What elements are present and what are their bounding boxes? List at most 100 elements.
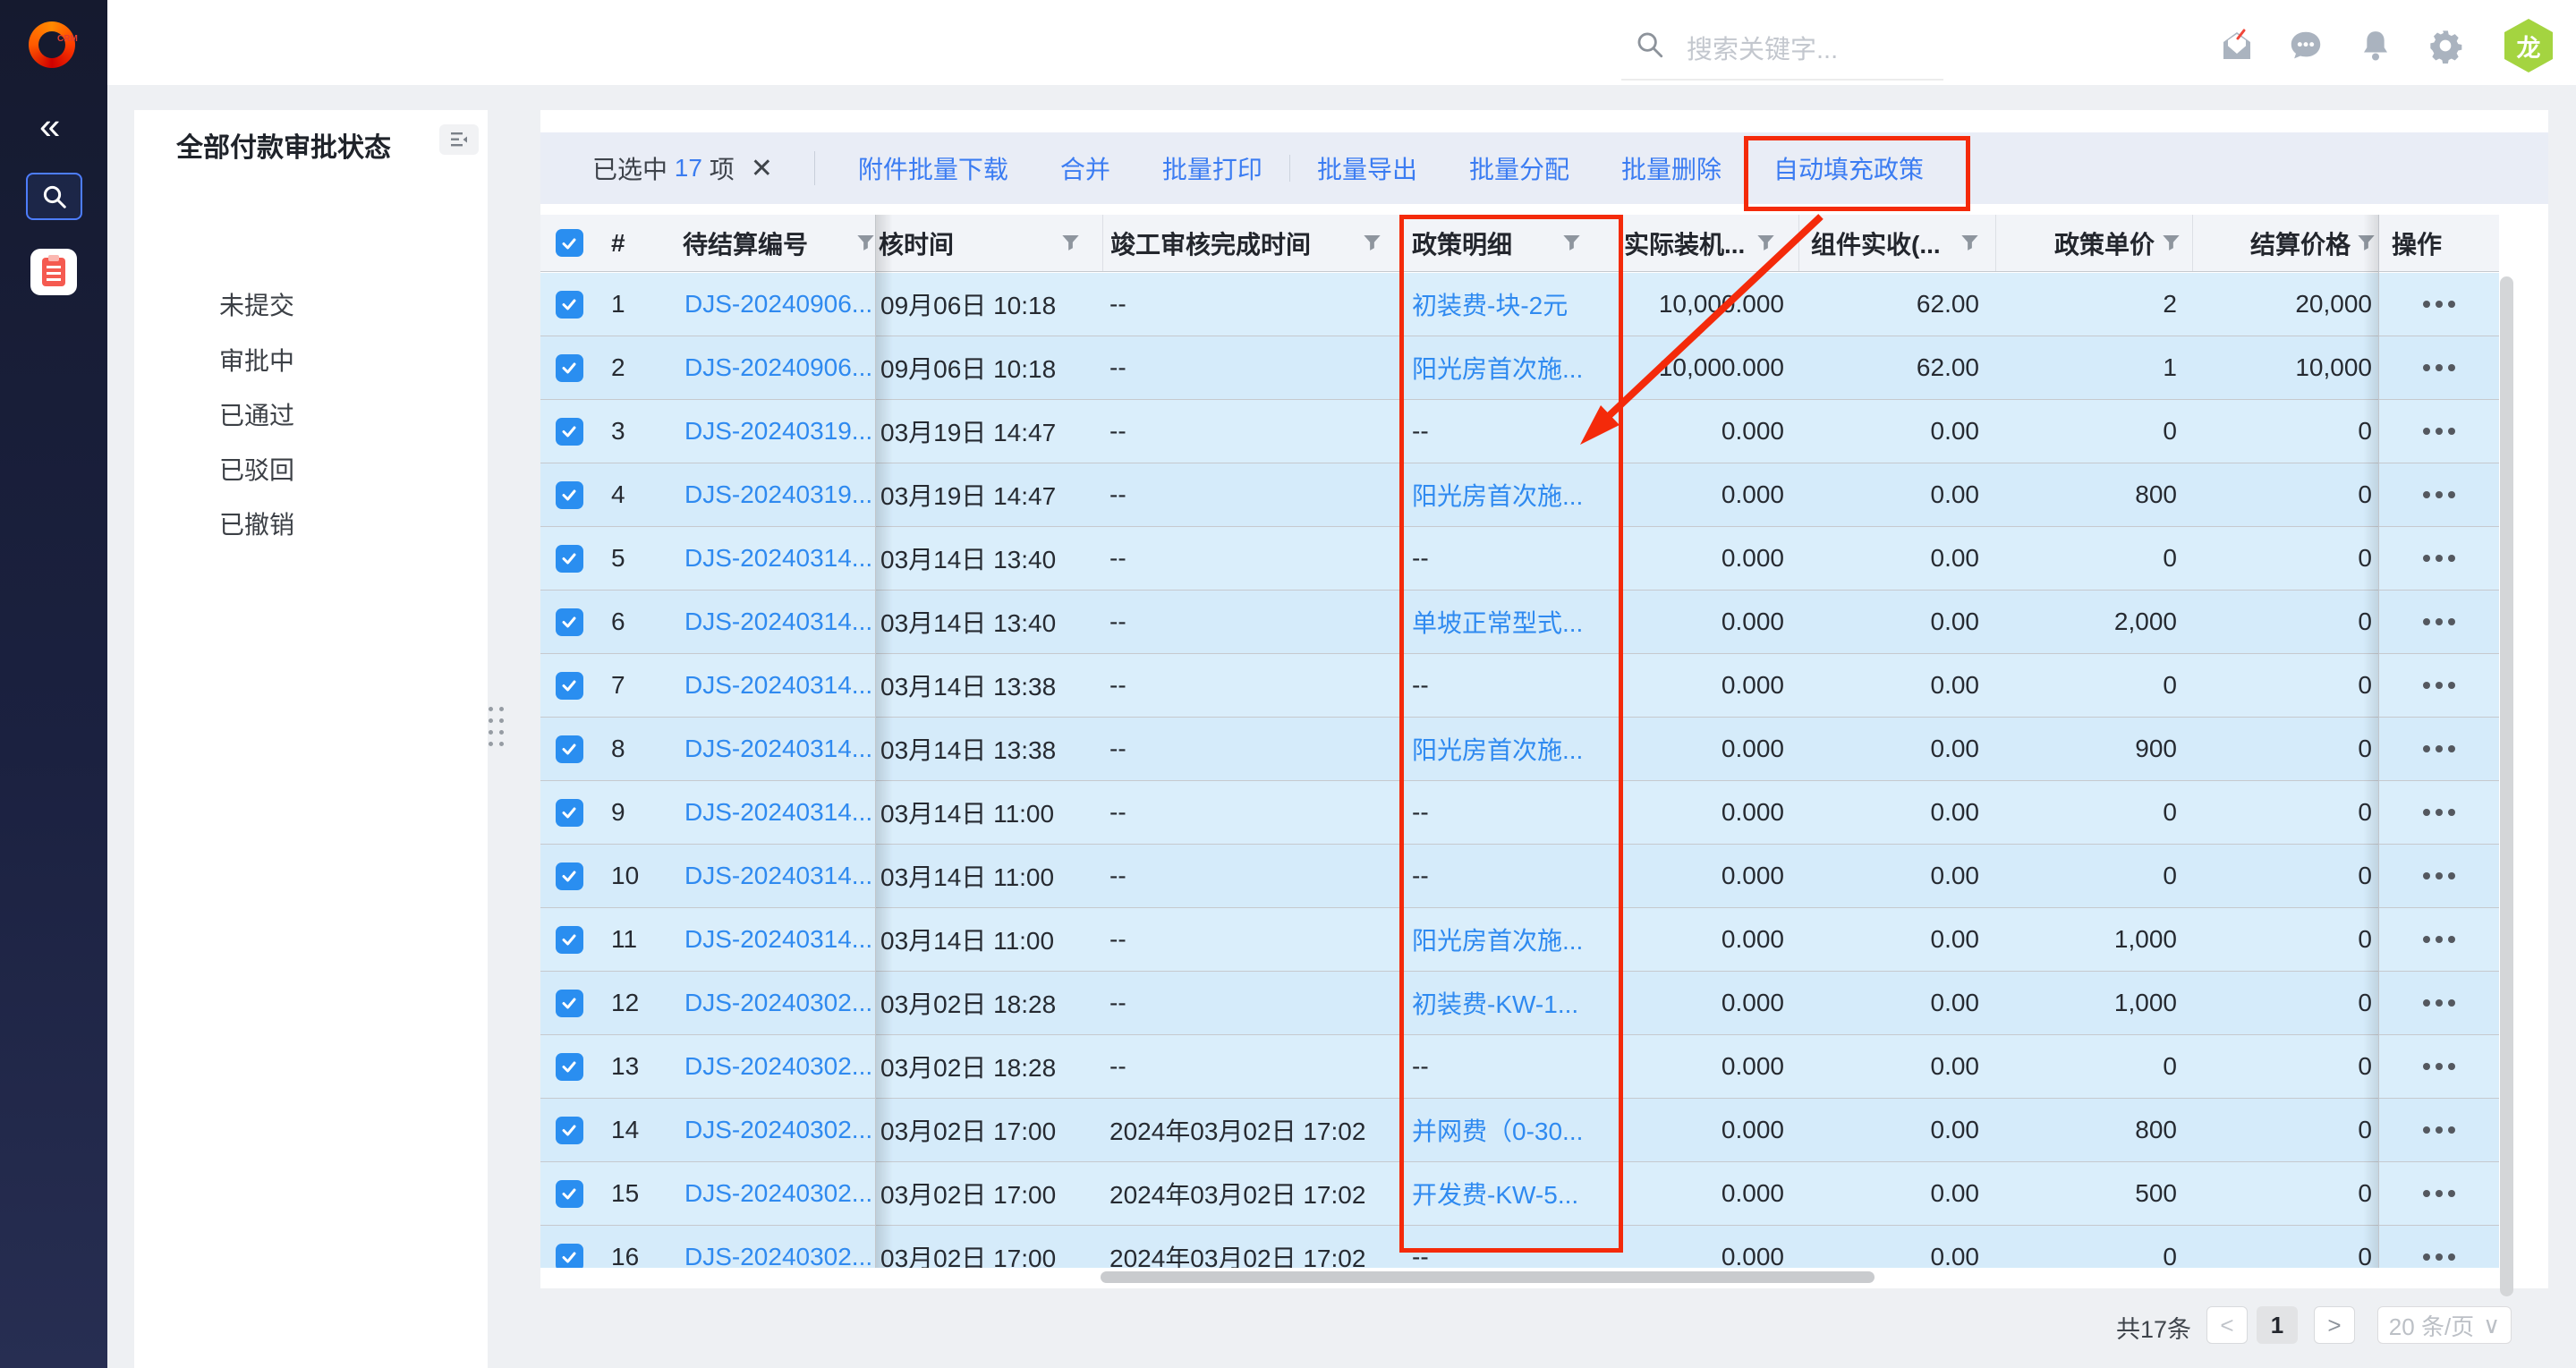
row-checkbox[interactable] <box>556 608 583 636</box>
sidebar-orders-button[interactable] <box>30 249 77 295</box>
filter-icon[interactable] <box>1061 234 1080 252</box>
row-actions-button[interactable] <box>2423 872 2455 879</box>
row-checkbox[interactable] <box>556 990 583 1017</box>
settlement-code-link[interactable]: DJS-20240314... <box>684 798 872 827</box>
row-actions-button[interactable] <box>2423 1063 2455 1070</box>
filter-icon[interactable] <box>1756 234 1775 252</box>
policy-detail-cell[interactable]: 单坡正常型式... <box>1399 591 1622 653</box>
settlement-code-link[interactable]: DJS-20240302... <box>684 1052 872 1081</box>
action-batch-print[interactable]: 批量打印 <box>1162 150 1262 186</box>
row-actions-button[interactable] <box>2423 682 2455 689</box>
filter-icon[interactable] <box>1960 234 1979 252</box>
settlement-code-link[interactable]: DJS-20240314... <box>684 608 872 636</box>
sidebar-item-approved[interactable]: 已通过 <box>219 396 294 432</box>
settlement-code-link[interactable]: DJS-20240314... <box>684 862 872 890</box>
filter-icon[interactable] <box>1562 234 1581 252</box>
settlement-code-link[interactable]: DJS-20240906... <box>684 290 872 319</box>
action-batch-download[interactable]: 附件批量下载 <box>858 150 1008 186</box>
policy-detail-cell[interactable]: 阳光房首次施... <box>1399 336 1622 399</box>
settlement-code-link[interactable]: DJS-20240319... <box>684 417 872 446</box>
filter-icon[interactable] <box>2357 234 2376 252</box>
policy-detail-cell[interactable]: 并网费（0-30... <box>1399 1099 1622 1161</box>
pagination-next-button[interactable]: > <box>2314 1306 2355 1344</box>
sidebar-collapse-icon[interactable]: « <box>39 107 60 145</box>
sidebar-item-unsubmitted[interactable]: 未提交 <box>219 286 294 322</box>
row-actions-button[interactable] <box>2423 618 2455 625</box>
policy-detail-cell[interactable]: 阳光房首次施... <box>1399 908 1622 971</box>
policy-detail-cell[interactable]: 阳光房首次施... <box>1399 718 1622 780</box>
row-checkbox[interactable] <box>556 926 583 954</box>
row-actions-button[interactable] <box>2423 1253 2455 1261</box>
settlement-code-link[interactable]: DJS-20240302... <box>684 1243 872 1268</box>
row-checkbox[interactable] <box>556 545 583 573</box>
vertical-scrollbar[interactable] <box>2500 276 2513 1296</box>
policy-detail-cell[interactable]: 初装费-KW-1... <box>1399 972 1622 1034</box>
sidebar-item-in-approval[interactable]: 审批中 <box>219 342 294 378</box>
settlement-code-link[interactable]: DJS-20240314... <box>684 735 872 763</box>
global-search-input[interactable]: 搜索关键字... <box>1687 29 1838 66</box>
row-actions-button[interactable] <box>2423 555 2455 562</box>
row-actions-button[interactable] <box>2423 364 2455 371</box>
panel-collapse-button[interactable] <box>439 124 479 155</box>
row-actions-button[interactable] <box>2423 1126 2455 1134</box>
settlement-code-link[interactable]: DJS-20240302... <box>684 1116 872 1144</box>
settlement-code-link[interactable]: DJS-20240314... <box>684 544 872 573</box>
row-checkbox[interactable] <box>556 481 583 509</box>
sidebar-item-rejected[interactable]: 已驳回 <box>219 451 294 487</box>
row-checkbox[interactable] <box>556 354 583 382</box>
row-actions-button[interactable] <box>2423 491 2455 498</box>
row-actions-button[interactable] <box>2423 1190 2455 1197</box>
pagination-prev-button[interactable]: < <box>2206 1306 2248 1344</box>
row-checkbox[interactable] <box>556 291 583 319</box>
row-checkbox[interactable] <box>556 735 583 763</box>
policy-detail-cell[interactable]: 初装费-块-2元 <box>1399 273 1622 336</box>
select-all-checkbox[interactable] <box>556 229 583 257</box>
mail-button[interactable] <box>2216 25 2257 66</box>
settlement-code-link[interactable]: DJS-20240302... <box>684 1179 872 1208</box>
action-batch-assign[interactable]: 批量分配 <box>1469 150 1569 186</box>
row-checkbox[interactable] <box>556 672 583 700</box>
pagination-page-1[interactable]: 1 <box>2257 1306 2298 1344</box>
row-checkbox[interactable] <box>556 1244 583 1269</box>
row-checkbox[interactable] <box>556 1117 583 1144</box>
settlement-code-link[interactable]: DJS-20240302... <box>684 989 872 1017</box>
action-batch-export[interactable]: 批量导出 <box>1317 150 1417 186</box>
row-actions-button[interactable] <box>2423 301 2455 308</box>
row-actions-button[interactable] <box>2423 999 2455 1007</box>
row-actions-button[interactable] <box>2423 936 2455 943</box>
row-actions-button[interactable] <box>2423 428 2455 435</box>
policy-detail-cell[interactable]: 开发费-KW-5... <box>1399 1162 1622 1225</box>
filter-icon[interactable] <box>856 234 875 252</box>
settlement-code-link[interactable]: DJS-20240319... <box>684 480 872 509</box>
row-checkbox[interactable] <box>556 1180 583 1208</box>
messages-button[interactable] <box>2285 25 2326 66</box>
policy-detail-cell[interactable]: 阳光房首次施... <box>1399 463 1622 526</box>
search-icon[interactable] <box>1635 30 1665 60</box>
settlement-code-link[interactable]: DJS-20240314... <box>684 671 872 700</box>
installed-cell: 10,000.000 <box>1622 336 1798 399</box>
page-size-select[interactable]: 20 条/页 ∨ <box>2377 1306 2512 1344</box>
horizontal-scrollbar[interactable] <box>1101 1271 1875 1283</box>
row-checkbox[interactable] <box>556 1053 583 1081</box>
review-time-cell: 03月14日 11:00 <box>875 781 1102 844</box>
settlement-code-link[interactable]: DJS-20240906... <box>684 353 872 382</box>
action-autofill-policy[interactable]: 自动填充政策 <box>1773 150 1924 186</box>
action-merge[interactable]: 合并 <box>1060 150 1110 186</box>
settlement-code-link[interactable]: DJS-20240314... <box>684 925 872 954</box>
row-checkbox[interactable] <box>556 799 583 827</box>
sidebar-item-revoked[interactable]: 已撤销 <box>219 506 294 541</box>
clear-selection-button[interactable]: ✕ <box>751 153 773 184</box>
filter-icon[interactable] <box>2162 234 2181 252</box>
avatar[interactable]: 龙 <box>2504 19 2553 72</box>
crm-logo-icon[interactable] <box>29 21 75 68</box>
panel-resize-handle[interactable] <box>489 707 504 746</box>
filter-icon[interactable] <box>1363 234 1382 252</box>
action-batch-delete[interactable]: 批量删除 <box>1621 150 1722 186</box>
settings-button[interactable] <box>2425 25 2466 66</box>
row-actions-button[interactable] <box>2423 809 2455 816</box>
row-checkbox[interactable] <box>556 862 583 890</box>
row-actions-button[interactable] <box>2423 745 2455 752</box>
row-checkbox[interactable] <box>556 418 583 446</box>
sidebar-search-button[interactable] <box>26 173 82 220</box>
notifications-button[interactable] <box>2355 25 2396 66</box>
